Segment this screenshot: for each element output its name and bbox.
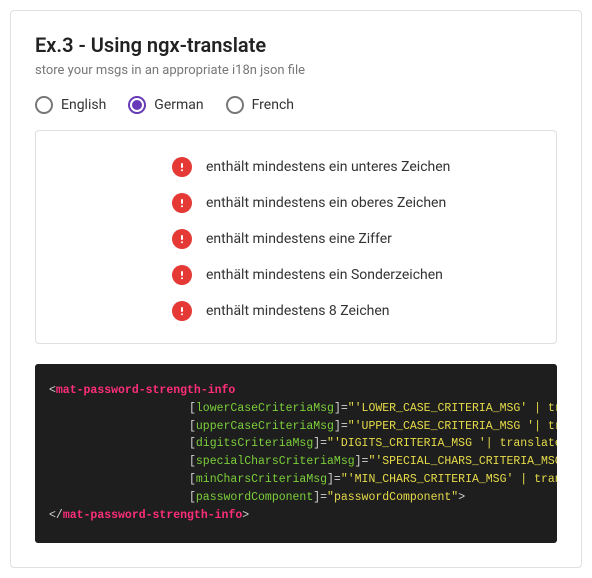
criteria-row: enthält mindestens eine Ziffer <box>52 221 540 257</box>
criteria-panel: enthält mindestens ein unteres Zeichen e… <box>35 130 557 344</box>
error-icon <box>172 193 192 213</box>
example-card: Ex.3 - Using ngx-translate store your ms… <box>10 10 582 568</box>
radio-label: German <box>154 97 203 113</box>
criteria-row: enthält mindestens ein Sonderzeichen <box>52 257 540 293</box>
radio-german[interactable]: German <box>128 96 203 114</box>
radio-label: English <box>61 97 106 113</box>
criteria-row: enthält mindestens 8 Zeichen <box>52 293 540 329</box>
criteria-row: enthält mindestens ein unteres Zeichen <box>52 149 540 185</box>
criteria-text: enthält mindestens 8 Zeichen <box>206 303 390 319</box>
criteria-row: enthält mindestens ein oberes Zeichen <box>52 185 540 221</box>
language-radio-group: English German French <box>35 96 557 114</box>
radio-english[interactable]: English <box>35 96 106 114</box>
card-title: Ex.3 - Using ngx-translate <box>35 33 557 57</box>
code-snippet: <mat-password-strength-info [lowerCaseCr… <box>35 364 557 543</box>
error-icon <box>172 301 192 321</box>
error-icon <box>172 157 192 177</box>
card-subtitle: store your msgs in an appropriate i18n j… <box>35 63 557 78</box>
code-tag-open: mat-password-strength-info <box>56 384 235 397</box>
code-tag-close: mat-password-strength-info <box>63 509 242 522</box>
error-icon <box>172 229 192 249</box>
radio-label: French <box>252 97 294 113</box>
criteria-text: enthält mindestens ein unteres Zeichen <box>206 159 450 175</box>
error-icon <box>172 265 192 285</box>
radio-circle-selected-icon <box>128 96 146 114</box>
radio-french[interactable]: French <box>226 96 294 114</box>
criteria-text: enthält mindestens ein Sonderzeichen <box>206 267 443 283</box>
criteria-text: enthält mindestens eine Ziffer <box>206 231 392 247</box>
criteria-text: enthält mindestens ein oberes Zeichen <box>206 195 446 211</box>
radio-circle-icon <box>226 96 244 114</box>
radio-circle-icon <box>35 96 53 114</box>
